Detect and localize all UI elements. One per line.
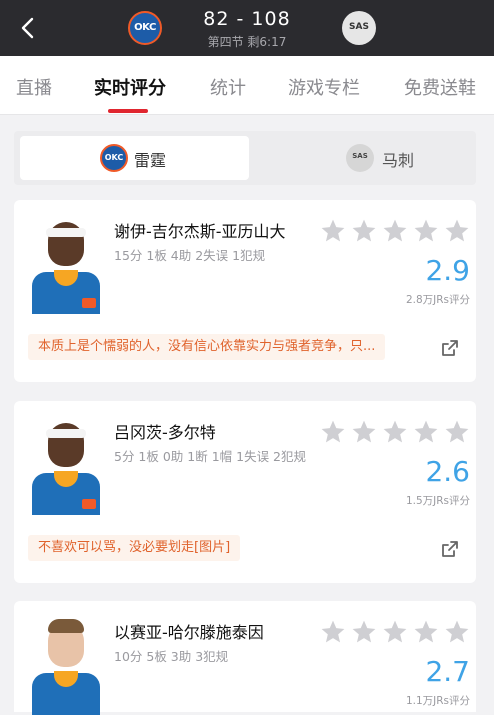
okc-logo-icon: OKC bbox=[100, 144, 128, 172]
player-rating: 2.7 bbox=[425, 655, 470, 688]
share-icon bbox=[442, 541, 458, 557]
tab-bar: 直播 实时评分 统计 游戏专栏 免费送鞋 bbox=[0, 56, 494, 114]
player-rating: 2.6 bbox=[425, 455, 470, 488]
player-name: 谢伊-吉尔杰斯-亚历山大 bbox=[114, 222, 286, 241]
team-toggle-away-label: 马刺 bbox=[382, 151, 415, 170]
tab-free-shoes[interactable]: 免费送鞋 bbox=[404, 74, 476, 100]
game-period: 第四节 剩6:17 bbox=[207, 35, 287, 49]
star-icon[interactable] bbox=[351, 419, 377, 445]
star-icon[interactable] bbox=[413, 218, 439, 244]
rating-count: 1.5万JRs评分 bbox=[405, 495, 470, 507]
rating-count: 2.8万JRs评分 bbox=[405, 294, 470, 306]
star-icon[interactable] bbox=[320, 218, 346, 244]
rating-stars[interactable] bbox=[320, 218, 475, 248]
player-stats: 5分 1板 0助 1断 1帽 1失误 2犯规 bbox=[114, 449, 307, 464]
team-toggle: OKC 雷霆 SAS 马刺 bbox=[14, 131, 476, 185]
star-icon[interactable] bbox=[382, 218, 408, 244]
star-icon[interactable] bbox=[444, 218, 470, 244]
player-avatar bbox=[30, 615, 102, 715]
team-toggle-away[interactable]: SAS 马刺 bbox=[252, 136, 481, 180]
star-icon[interactable] bbox=[351, 218, 377, 244]
player-name: 以赛亚-哈尔滕施泰因 bbox=[114, 623, 264, 642]
away-team-logo[interactable]: SAS bbox=[342, 11, 376, 45]
hot-comment[interactable]: 不喜欢可以骂，没必要划走[图片] bbox=[28, 535, 241, 561]
share-button[interactable] bbox=[440, 338, 460, 358]
player-avatar bbox=[30, 415, 102, 515]
player-card[interactable]: 吕冈茨-多尔特 5分 1板 0助 1断 1帽 1失误 2犯规 2.6 1.5万J… bbox=[14, 401, 476, 583]
star-icon[interactable] bbox=[382, 619, 408, 645]
hot-comment[interactable]: 本质上是个懦弱的人，没有信心依靠实力与强者竞争，只... bbox=[28, 334, 386, 360]
tab-stats[interactable]: 统计 bbox=[210, 74, 246, 100]
rating-count: 1.1万JRs评分 bbox=[405, 695, 470, 707]
divider bbox=[0, 114, 494, 115]
star-icon[interactable] bbox=[413, 419, 439, 445]
star-icon[interactable] bbox=[413, 619, 439, 645]
rating-stars[interactable] bbox=[320, 419, 475, 449]
player-card[interactable]: 以赛亚-哈尔滕施泰因 10分 5板 3助 3犯规 2.7 1.1万JRs评分 bbox=[14, 601, 476, 715]
star-icon[interactable] bbox=[320, 619, 346, 645]
tab-live-ratings[interactable]: 实时评分 bbox=[94, 74, 166, 100]
share-button[interactable] bbox=[440, 539, 460, 559]
team-toggle-home[interactable]: OKC 雷霆 bbox=[20, 136, 249, 180]
rating-stars[interactable] bbox=[320, 619, 475, 649]
star-icon[interactable] bbox=[382, 419, 408, 445]
active-tab-indicator bbox=[108, 109, 148, 113]
game-score: 82 - 108 bbox=[203, 8, 291, 30]
share-icon bbox=[442, 340, 458, 356]
star-icon[interactable] bbox=[444, 619, 470, 645]
tab-game-column[interactable]: 游戏专栏 bbox=[288, 74, 360, 100]
star-icon[interactable] bbox=[444, 419, 470, 445]
player-card[interactable]: 谢伊-吉尔杰斯-亚历山大 15分 1板 4助 2失误 1犯规 2.9 2.8万J… bbox=[14, 200, 476, 382]
star-icon[interactable] bbox=[320, 419, 346, 445]
player-stats: 10分 5板 3助 3犯规 bbox=[114, 649, 229, 664]
player-name: 吕冈茨-多尔特 bbox=[114, 423, 216, 442]
player-rating: 2.9 bbox=[425, 254, 470, 287]
player-avatar bbox=[30, 214, 102, 314]
team-toggle-home-label: 雷霆 bbox=[134, 151, 167, 170]
player-stats: 15分 1板 4助 2失误 1犯规 bbox=[114, 248, 266, 263]
game-header: OKC 82 - 108 第四节 剩6:17 SAS bbox=[0, 0, 494, 56]
sas-logo-icon: SAS bbox=[346, 144, 374, 172]
star-icon[interactable] bbox=[351, 619, 377, 645]
tab-live[interactable]: 直播 bbox=[16, 74, 52, 100]
